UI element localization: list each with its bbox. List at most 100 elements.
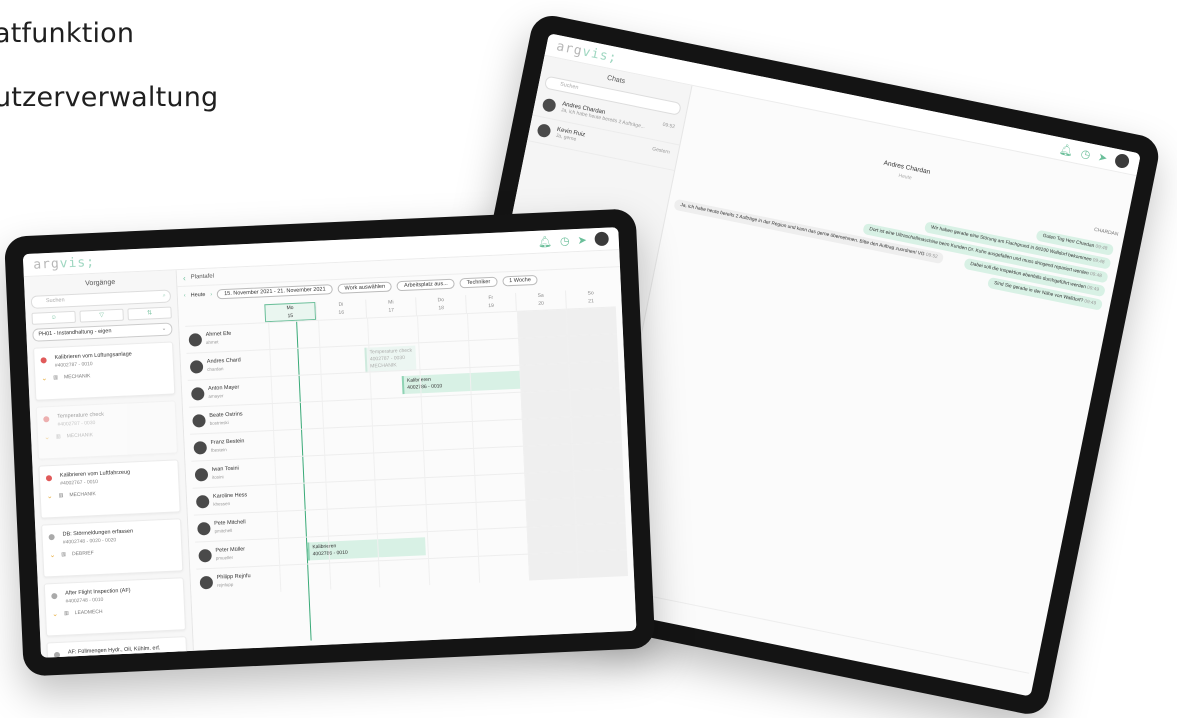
day-column-header[interactable]: Mi 17 [365,297,416,318]
schedule-cell[interactable] [573,469,625,498]
send-icon[interactable]: ➤ [577,233,587,246]
schedule-cell[interactable] [274,455,326,484]
schedule-cell[interactable] [469,365,521,395]
schedule-cell[interactable] [418,341,470,370]
schedule-cell[interactable] [516,309,568,338]
schedule-cell[interactable] [269,347,321,377]
work-select[interactable]: Work auswählen [337,281,393,294]
schedule-cell[interactable] [377,532,429,561]
schedule-cell[interactable] [426,529,478,559]
next-week-icon[interactable]: › [210,292,212,298]
day-column-header[interactable]: Do 18 [415,295,466,316]
schedule-cell[interactable] [520,390,572,419]
clock-icon[interactable]: ◷ [1080,146,1092,161]
avatar[interactable] [1113,152,1131,170]
schedule-cell[interactable] [525,498,576,527]
schedule-cell[interactable] [527,552,579,581]
schedule-cell[interactable] [471,419,523,448]
schedule-cell[interactable] [325,480,377,509]
schedule-cell[interactable] [574,496,626,525]
range-select[interactable]: 1 Woche [502,274,539,287]
order-card[interactable]: Kalibrieren vom Luftfahrzeug #4002767 - 0… [38,459,181,519]
schedule-cell[interactable] [277,536,329,565]
back-icon[interactable]: ‹ [183,273,186,282]
schedule-cell[interactable] [372,424,424,453]
order-card[interactable]: DB: Störmeldungen erfassen #4002748 - 002… [41,518,184,578]
schedule-cell[interactable] [376,505,427,534]
schedule-cell[interactable] [322,426,374,455]
schedule-cell[interactable] [566,307,618,336]
chevron-down-icon[interactable]: ⌄ [47,492,53,500]
avatar[interactable] [594,231,610,247]
schedule-cell[interactable] [270,374,322,404]
schedule-cell[interactable] [575,523,627,552]
schedule-cell[interactable] [468,338,519,368]
chevron-down-icon[interactable]: ⌄ [44,433,50,441]
schedule-cell[interactable] [521,417,573,446]
schedule-cell[interactable] [320,372,372,401]
day-column-header[interactable]: Mo 15 [264,301,317,323]
schedule-cell[interactable] [319,345,370,374]
schedule-cell[interactable] [476,527,528,556]
chevron-down-icon[interactable]: ⌄ [41,374,47,382]
schedule-cell[interactable] [268,320,320,350]
workplace-select[interactable]: PH01 - Instandhaltung - eigen ⌄ [32,322,173,342]
schedule-cell[interactable] [371,397,423,426]
schedule-cell[interactable] [474,473,526,502]
message-input[interactable]: Nachricht eingeben [594,584,1030,688]
schedule-cell[interactable] [317,318,369,347]
schedule-cell[interactable] [420,394,472,424]
schedule-cell[interactable] [368,343,420,372]
prev-week-icon[interactable]: ‹ [184,293,186,299]
schedule-cell[interactable] [327,534,379,563]
schedule-cell[interactable] [523,471,575,500]
schedule-cell[interactable] [424,475,476,505]
schedule-cell[interactable] [419,368,471,397]
send-icon[interactable]: ➤ [1097,150,1109,165]
schedule-cell[interactable] [369,370,421,399]
schedule-cell[interactable] [572,442,624,471]
schedule-cell[interactable] [273,428,324,457]
schedule-cell[interactable] [417,314,469,343]
schedule-cell[interactable] [567,334,619,363]
schedule-cell[interactable] [378,559,430,588]
orders-search-input[interactable]: Suchen ⌕ [30,289,172,309]
order-card[interactable]: Temperature check #4002787 - 0030 ⌄ ▥ MECHAN… [35,400,178,460]
schedule-cell[interactable] [571,415,622,444]
schedule-cell[interactable] [470,392,522,421]
schedule-cell[interactable] [428,556,480,586]
schedule-cell[interactable] [373,451,425,480]
schedule-cell[interactable] [425,502,477,532]
day-column-header[interactable]: Di 16 [315,299,367,320]
schedule-cell[interactable] [472,446,524,475]
clock-icon[interactable]: ◷ [560,234,570,247]
chevron-down-icon[interactable]: ⌄ [49,551,55,559]
schedule-cell[interactable] [526,525,578,554]
schedule-cell[interactable] [423,448,475,478]
schedule-cell[interactable] [466,311,518,341]
order-card[interactable]: After Flight Inspection (AF) #4002748 - 0… [43,577,187,637]
schedule-cell[interactable] [328,561,380,590]
day-column-header[interactable]: Sa 20 [515,290,566,311]
bell-icon[interactable]: 🔔︎ [538,235,552,249]
chevron-down-icon[interactable]: ⌄ [52,610,58,618]
user-filter-button[interactable]: ☺ [31,310,76,325]
sort-button[interactable]: ⇅ [127,306,172,321]
order-card[interactable]: Kalibrieren vom Lüftungsanlage #4002787 -… [33,341,176,401]
schedule-cell[interactable] [568,361,620,390]
schedule-cell[interactable] [517,336,569,365]
schedule-cell[interactable] [577,550,629,579]
order-card[interactable]: AF: Füllmengen Hydr., Oil, Kühlm. erf.#4… [46,636,189,658]
schedule-cell[interactable] [323,453,375,482]
workplace-filter-select[interactable]: Arbeitsplatz aus... [396,278,455,292]
today-button[interactable]: Heute [191,292,206,299]
schedule-cell[interactable] [518,363,570,392]
schedule-cell[interactable] [276,509,328,538]
schedule-cell[interactable] [374,478,426,507]
schedule-cell[interactable] [569,388,621,417]
date-range-picker[interactable]: 15. November 2021 - 21. November 2021 [216,284,333,300]
filter-button[interactable]: ▽ [79,308,124,323]
schedule-cell[interactable] [326,507,378,536]
schedule-cell[interactable] [321,399,373,428]
schedule-cell[interactable] [367,316,419,345]
